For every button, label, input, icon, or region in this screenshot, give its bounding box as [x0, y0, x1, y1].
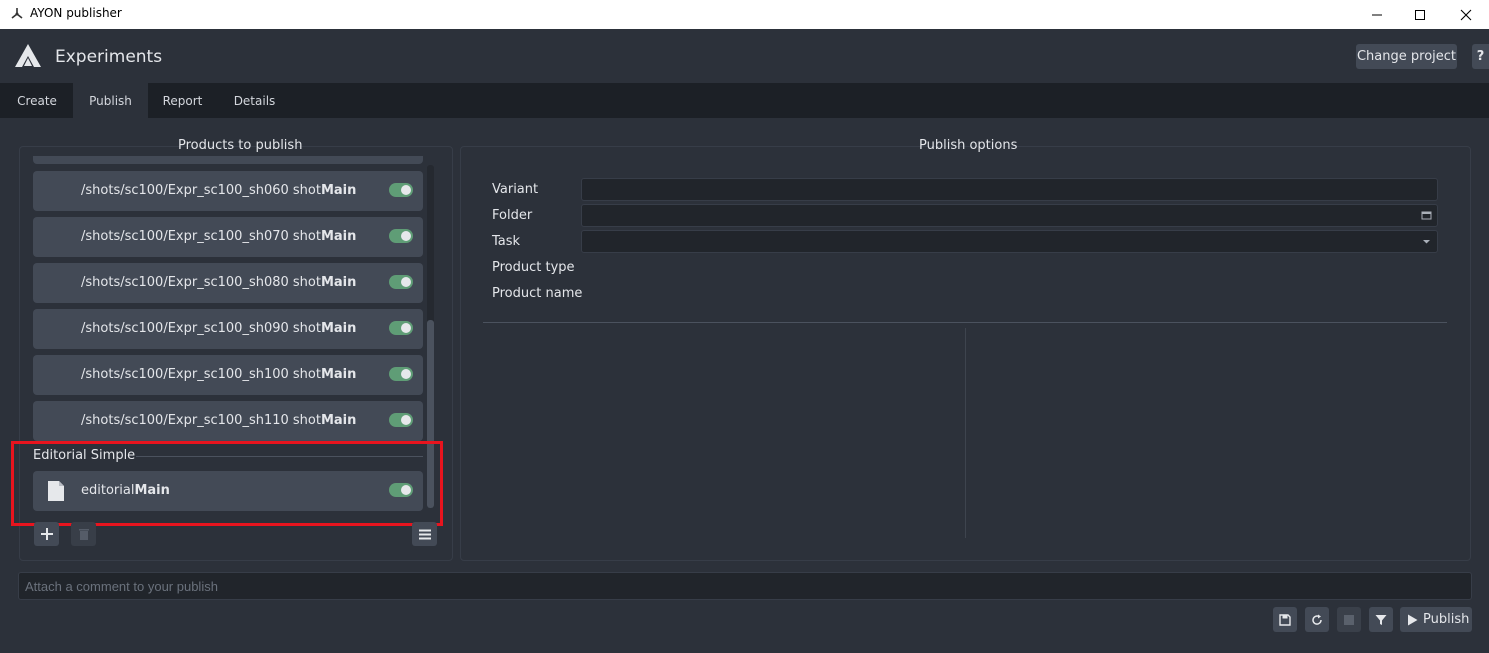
play-icon	[1408, 614, 1418, 625]
product-item[interactable]: /shots/sc100/Expr_sc100_sh100 shotMain	[33, 355, 423, 395]
ayon-logo-icon	[15, 44, 41, 67]
product-label: /shots/sc100/Expr_sc100_sh060 shotMain	[81, 183, 357, 198]
product-toggle[interactable]	[389, 321, 413, 335]
close-icon	[1460, 9, 1472, 20]
reset-button[interactable]	[1305, 607, 1329, 632]
product-label: /shots/sc100/Expr_sc100_sh110 shotMain	[81, 413, 357, 428]
task-dropdown[interactable]	[581, 230, 1438, 253]
product-item[interactable]: /shots/sc100/Expr_sc100_sh110 shotMain	[33, 401, 423, 441]
minimize-icon	[1372, 14, 1382, 15]
product-label: /shots/sc100/Expr_sc100_sh080 shotMain	[81, 275, 357, 290]
stop-icon	[1344, 614, 1354, 625]
window-titlebar: AYON publisher	[0, 0, 1489, 29]
refresh-icon	[1312, 614, 1322, 625]
product-toggle[interactable]	[389, 183, 413, 197]
tab-report[interactable]: Report	[148, 83, 217, 118]
publish-button-label: Publish	[1423, 612, 1470, 627]
product-type-label: Product type	[492, 260, 575, 275]
variant-label: Variant	[492, 182, 539, 197]
tab-details[interactable]: Details	[217, 83, 292, 118]
folder-label: Folder	[492, 208, 533, 223]
list-menu-button[interactable]	[412, 522, 437, 546]
products-panel-title: Products to publish	[178, 138, 303, 153]
product-label: /shots/sc100/Expr_sc100_sh100 shotMain	[81, 367, 357, 382]
close-button[interactable]	[1443, 0, 1489, 29]
publish-options-title: Publish options	[919, 138, 1018, 153]
menu-icon	[418, 529, 431, 539]
list-item-partial	[33, 156, 423, 164]
stop-button[interactable]	[1337, 607, 1361, 632]
options-vertical-divider	[965, 328, 966, 538]
variant-field[interactable]	[581, 178, 1438, 201]
product-item[interactable]: /shots/sc100/Expr_sc100_sh080 shotMain	[33, 263, 423, 303]
product-item[interactable]: /shots/sc100/Expr_sc100_sh060 shotMain	[33, 171, 423, 211]
product-toggle[interactable]	[389, 275, 413, 289]
save-icon	[1279, 613, 1291, 626]
help-button[interactable]: ?	[1472, 44, 1489, 69]
validate-button[interactable]	[1369, 607, 1393, 632]
product-label: /shots/sc100/Expr_sc100_sh090 shotMain	[81, 321, 357, 336]
highlight-box	[11, 441, 443, 526]
tab-publish[interactable]: Publish	[73, 83, 148, 118]
product-toggle[interactable]	[389, 367, 413, 381]
product-toggle[interactable]	[389, 229, 413, 243]
product-label: /shots/sc100/Expr_sc100_sh070 shotMain	[81, 229, 357, 244]
delete-product-button[interactable]	[71, 522, 96, 546]
folder-field[interactable]	[581, 204, 1438, 227]
maximize-button[interactable]	[1397, 0, 1443, 29]
project-name: Experiments	[55, 47, 163, 67]
maximize-icon	[1415, 9, 1425, 20]
product-item[interactable]: /shots/sc100/Expr_sc100_sh070 shotMain	[33, 217, 423, 257]
product-name-label: Product name	[492, 286, 583, 301]
filter-icon	[1375, 614, 1387, 625]
ayon-app-icon	[11, 8, 23, 19]
minimize-button[interactable]	[1354, 0, 1400, 29]
task-label: Task	[492, 234, 521, 249]
tab-bar: Create Publish Report Details	[0, 83, 1489, 118]
tab-create[interactable]: Create	[0, 83, 74, 118]
comment-input[interactable]	[18, 572, 1472, 600]
folder-picker-icon	[1421, 211, 1432, 220]
product-item[interactable]: /shots/sc100/Expr_sc100_sh090 shotMain	[33, 309, 423, 349]
plus-icon	[40, 528, 53, 540]
options-divider	[483, 322, 1447, 323]
save-button[interactable]	[1273, 607, 1297, 632]
chevron-down-icon	[1423, 240, 1430, 244]
product-toggle[interactable]	[389, 413, 413, 427]
window-title: AYON publisher	[30, 6, 122, 20]
change-project-button[interactable]: Change project	[1356, 44, 1457, 69]
publish-button[interactable]: Publish	[1400, 607, 1472, 632]
trash-icon	[78, 529, 89, 540]
app-header: Experiments Change project ?	[0, 29, 1489, 83]
add-product-button[interactable]	[34, 522, 59, 546]
